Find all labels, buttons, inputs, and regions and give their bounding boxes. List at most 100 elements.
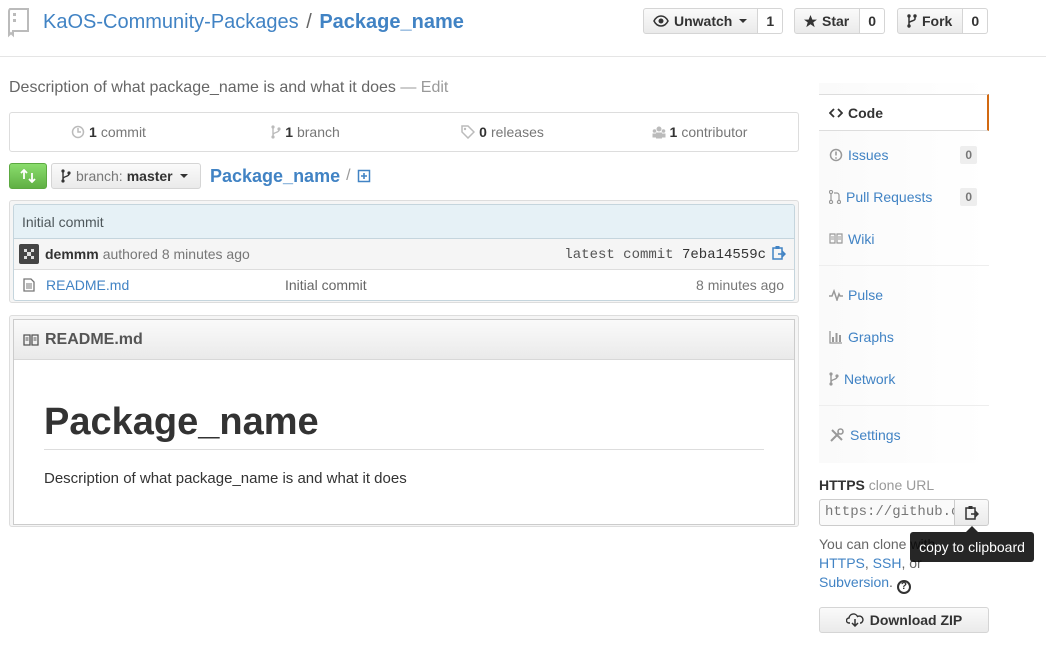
commit-title[interactable]: Initial commit [14, 205, 794, 239]
unwatch-button[interactable]: Unwatch [643, 8, 759, 34]
sidebar-divider [819, 405, 989, 406]
fork-icon [907, 14, 917, 28]
star-label: Star [822, 13, 850, 29]
issues-counter: 0 [960, 146, 977, 164]
compare-icon [20, 169, 36, 183]
clone-subversion-link[interactable]: Subversion [819, 574, 889, 590]
watch-count[interactable]: 1 [758, 8, 784, 34]
fork-group: Fork 0 [897, 8, 989, 34]
sidebar-item-label: Issues [848, 146, 889, 163]
watch-group: Unwatch 1 [643, 8, 784, 34]
commit-time: authored 8 minutes ago [102, 246, 250, 262]
clipboard-icon[interactable] [772, 245, 787, 264]
graph-icon [829, 330, 842, 344]
branch-selector[interactable]: branch: master [51, 163, 201, 189]
clone-url-input[interactable]: https://github.com/KaOS-Community-Packag… [819, 499, 955, 526]
sidebar-item-settings[interactable]: Settings [819, 416, 989, 453]
fork-label: Fork [922, 13, 953, 29]
branches-label: branch [296, 124, 340, 140]
commits-link[interactable]: 1 commit [10, 124, 207, 140]
contributors-count: 1 [669, 124, 678, 140]
fork-icon [829, 371, 839, 386]
releases-count: 0 [479, 124, 487, 140]
commit-sha[interactable]: 7eba14559c [682, 247, 766, 263]
readme-heading: Package_name [44, 402, 764, 450]
sidebar-item-graphs[interactable]: Graphs [819, 318, 989, 355]
breadcrumb: Package_name / [210, 164, 371, 188]
sidebar-item-label: Wiki [848, 230, 875, 247]
latest-commit: latest commit 7eba14559c [564, 247, 766, 263]
repo-name-link[interactable]: Package_name [319, 11, 464, 33]
repo-icon [8, 7, 32, 42]
chevron-down-icon [179, 174, 188, 178]
edit-description-link[interactable]: — Edit [400, 79, 448, 96]
download-zip-label: Download ZIP [869, 612, 963, 628]
sidebar-item-label: Pulse [848, 286, 884, 303]
readme-header: README.md [14, 320, 794, 360]
star-button[interactable]: Star [794, 8, 861, 34]
repo-owner-link[interactable]: KaOS-Community-Packages [43, 11, 299, 33]
branch-name: master [126, 168, 173, 184]
numbers-summary: 1 commit 1 branch 0 releases 1 contribut… [9, 112, 799, 152]
commit-author[interactable]: demmm [45, 246, 99, 262]
readme-box: README.md Package_name Description of wh… [9, 315, 799, 527]
sidebar-item-network[interactable]: Network [819, 360, 989, 397]
file-table: Initial commit demmm authored 8 minutes … [13, 204, 795, 301]
sidebar-item-pull-requests[interactable]: Pull Requests 0 [819, 178, 989, 215]
compare-button[interactable] [9, 163, 47, 189]
clone-ssh-link[interactable]: SSH [873, 555, 902, 571]
contributors-link[interactable]: 1 contributor [601, 124, 798, 140]
download-zip-button[interactable]: Download ZIP [819, 607, 989, 633]
sidebar-item-wiki[interactable]: Wiki [819, 220, 989, 257]
star-icon [804, 14, 817, 27]
repo-description: Description of what package_name is and … [9, 78, 448, 98]
repo-title: KaOS-Community-Packages / Package_name [43, 10, 464, 34]
clipboard-icon [964, 505, 979, 520]
clone-protocol: HTTPS [819, 477, 865, 493]
sidebar-item-issues[interactable]: Issues 0 [819, 136, 989, 173]
code-icon [829, 107, 843, 118]
sidebar-item-code[interactable]: Code [819, 94, 989, 131]
file-commit-message[interactable]: Initial commit [285, 277, 367, 293]
fork-count[interactable]: 0 [963, 8, 989, 34]
fork-button[interactable]: Fork [897, 8, 964, 34]
readme-paragraph: Description of what package_name is and … [44, 470, 407, 487]
breadcrumb-separator: / [346, 167, 351, 184]
unwatch-label: Unwatch [674, 13, 733, 29]
book-icon [829, 233, 843, 244]
clone-https-link[interactable]: HTTPS [819, 555, 865, 571]
sidebar-item-pulse[interactable]: Pulse [819, 276, 989, 313]
tools-icon [830, 427, 844, 442]
latest-commit-label: latest commit [564, 247, 674, 263]
avatar[interactable] [19, 244, 39, 264]
cloud-download-icon [845, 613, 864, 627]
branches-count: 1 [285, 124, 293, 140]
question-icon[interactable]: ? [896, 579, 911, 594]
releases-link[interactable]: 0 releases [404, 124, 601, 140]
sidebar-item-label: Pull Requests [846, 188, 933, 205]
star-count[interactable]: 0 [860, 8, 886, 34]
commits-count: 1 [89, 124, 97, 140]
book-icon [23, 333, 39, 346]
pulse-icon [829, 288, 843, 301]
commits-label: commit [100, 124, 146, 140]
readme-container: README.md Package_name Description of wh… [13, 319, 795, 525]
chevron-down-icon [739, 19, 748, 23]
table-row[interactable]: README.md Initial commit 8 minutes ago [14, 270, 794, 300]
commit-meta: demmm authored 8 minutes ago latest comm… [14, 239, 794, 270]
breadcrumb-root-link[interactable]: Package_name [210, 164, 340, 188]
readme-body: Package_name Description of what package… [14, 402, 794, 487]
file-name-link[interactable]: README.md [46, 277, 129, 293]
file-navigation: Initial commit demmm authored 8 minutes … [9, 200, 799, 303]
branch-icon [271, 125, 281, 139]
branch-prefix: branch: [76, 168, 123, 184]
description-text: Description of what package_name is and … [9, 79, 396, 96]
title-separator: / [306, 11, 312, 33]
releases-label: releases [490, 124, 544, 140]
new-file-icon[interactable] [357, 169, 371, 183]
branches-link[interactable]: 1 branch [207, 124, 404, 140]
copy-clone-url-button[interactable] [954, 499, 989, 526]
history-icon [71, 125, 85, 139]
branch-icon [61, 169, 71, 183]
clone-url-title: HTTPS clone URL [819, 477, 934, 493]
